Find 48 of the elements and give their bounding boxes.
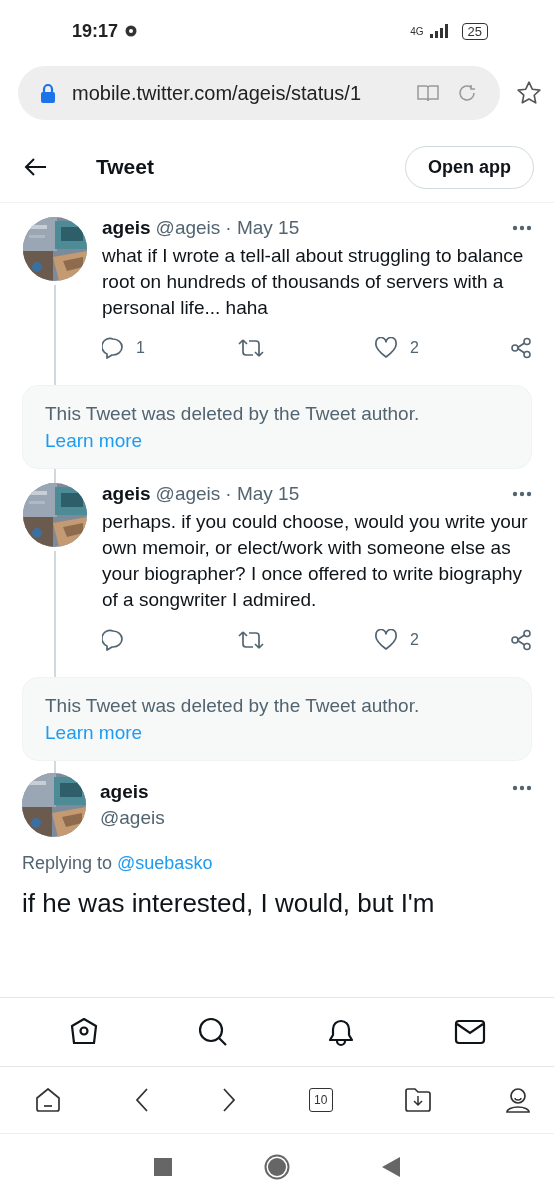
profile-icon[interactable] [503, 1086, 532, 1114]
tweet-date[interactable]: · May 15 [225, 483, 300, 505]
status-time: 19:17 [72, 20, 119, 42]
download-folder-icon[interactable] [404, 1087, 433, 1113]
heart-icon[interactable] [374, 629, 398, 651]
replying-to-text: Replying to @suebasko [22, 853, 214, 874]
tweet-text: perhaps. if you could choose, would you write your own memoir, or elect/work with someone else as your biographer? I once offered to write biography of a songwriter I admired. [102, 510, 529, 612]
lock-icon [40, 83, 56, 103]
user-handle[interactable]: @ageis [100, 807, 165, 829]
open-app-button[interactable]: Open app [405, 145, 534, 189]
share-icon[interactable] [510, 629, 532, 651]
tweet-text: if he was interested, I would, but I'm [22, 888, 436, 919]
network-label: 4G [410, 25, 424, 37]
tweet-text: what if I wrote a tell-all about struggling to balance root on hundreds of thousands of servers with a personal life... haha [102, 244, 525, 320]
forward-icon[interactable] [221, 1087, 238, 1113]
battery-indicator: 25 [461, 22, 488, 40]
retweet-icon[interactable] [238, 629, 264, 651]
reply-icon[interactable] [102, 629, 124, 651]
page-title: Tweet [96, 155, 154, 179]
like-count: 2 [410, 631, 419, 649]
more-options-icon[interactable] [512, 225, 532, 231]
tweet-date[interactable]: · May 15 [225, 217, 300, 239]
like-count: 2 [410, 339, 419, 357]
home-button-icon[interactable] [264, 1154, 290, 1180]
back-triangle-icon[interactable] [382, 1157, 400, 1177]
deleted-notice-text: This Tweet was deleted by the Tweet author. Learn more [45, 695, 420, 743]
share-icon[interactable] [510, 337, 532, 359]
more-options-icon[interactable] [512, 491, 532, 497]
signal-icon [429, 24, 450, 38]
tab-count-button[interactable]: 10 [308, 1088, 333, 1112]
deleted-notice-text: This Tweet was deleted by the Tweet author. Learn more [45, 403, 420, 451]
back-icon[interactable] [133, 1087, 150, 1113]
url-text: mobile.twitter.com/ageis/status/1 [72, 81, 362, 105]
user-name[interactable]: ageis [102, 483, 151, 505]
user-handle[interactable]: @ageis [155, 217, 221, 239]
reply-icon[interactable] [102, 337, 124, 359]
notification-icon [124, 24, 139, 38]
more-options-icon[interactable] [512, 785, 532, 791]
home-icon[interactable] [34, 1086, 62, 1114]
back-arrow-icon[interactable] [24, 157, 48, 177]
user-name[interactable]: ageis [102, 217, 151, 239]
search-icon[interactable] [196, 1016, 229, 1048]
retweet-icon[interactable] [238, 337, 264, 359]
reply-count: 1 [136, 339, 145, 357]
user-name[interactable]: ageis [100, 781, 165, 803]
user-handle[interactable]: @ageis [155, 483, 221, 505]
star-icon[interactable] [516, 80, 542, 106]
heart-icon[interactable] [374, 337, 398, 359]
